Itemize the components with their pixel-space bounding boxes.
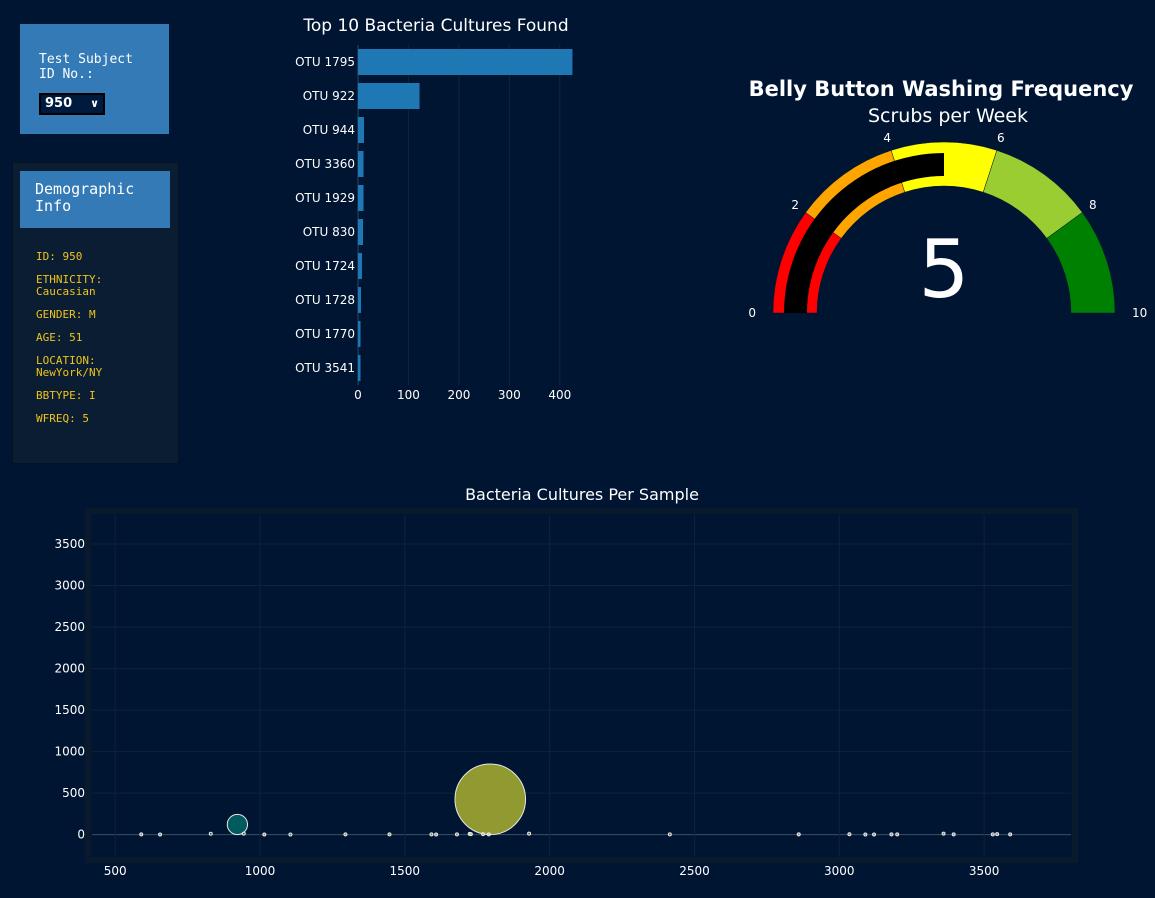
gauge-tick-label: 2 xyxy=(791,198,799,212)
bar-otu-1929 xyxy=(358,185,364,211)
gauge-tick-label: 6 xyxy=(997,131,1005,145)
bubble-point xyxy=(208,831,213,836)
gauge-title: Belly Button Washing Frequency xyxy=(749,77,1134,101)
gauge-tick-label: 0 xyxy=(748,306,756,320)
bar-otu-1728 xyxy=(358,287,362,313)
bubble-point xyxy=(527,831,532,836)
bubble-y-tick-label: 1000 xyxy=(54,745,85,759)
bar-category-label: OTU 1770 xyxy=(295,327,355,341)
bubble-point xyxy=(990,832,995,837)
bubble-point xyxy=(139,832,144,837)
gauge-tick-label: 4 xyxy=(883,131,891,145)
bubble-point xyxy=(454,763,527,836)
bubble-point xyxy=(863,832,868,837)
bubble-x-tick-label: 1500 xyxy=(390,864,421,878)
bar-category-label: OTU 1728 xyxy=(295,293,355,307)
bar-otu-1724 xyxy=(358,253,363,279)
bar-category-label: OTU 1929 xyxy=(295,191,355,205)
bubble-point xyxy=(667,832,672,837)
bubble-point xyxy=(1008,832,1013,837)
bubble-point xyxy=(226,813,249,836)
bubble-point xyxy=(847,832,852,837)
bar-x-tick-label: 400 xyxy=(548,388,571,402)
bubble-y-tick-label: 0 xyxy=(77,828,85,842)
bubble-point xyxy=(872,832,877,837)
bubble-point xyxy=(288,832,293,837)
bar-category-label: OTU 1795 xyxy=(295,55,355,69)
bar-category-label: OTU 830 xyxy=(303,225,355,239)
bar-x-tick-label: 300 xyxy=(498,388,521,402)
bubble-point xyxy=(429,832,434,837)
bubble-x-tick-label: 500 xyxy=(104,864,127,878)
bubble-point xyxy=(158,832,163,837)
bar-otu-830 xyxy=(358,219,364,245)
bar-otu-922 xyxy=(358,83,420,109)
bubble-point xyxy=(951,832,956,837)
bubble-point xyxy=(454,832,459,837)
bubble-point xyxy=(486,832,491,837)
bar-otu-944 xyxy=(358,117,365,143)
bubble-point xyxy=(895,832,900,837)
bubble-y-tick-label: 2500 xyxy=(54,620,85,634)
bubble-point xyxy=(434,832,439,837)
bar-otu-1795 xyxy=(358,49,573,75)
bubble-y-tick-label: 2000 xyxy=(54,662,85,676)
charts-canvas: Top 10 Bacteria Cultures Found0 100 200 300… xyxy=(54,16,1147,878)
bar-chart-title: Top 10 Bacteria Cultures Found xyxy=(302,16,568,36)
bar-x-tick-label: 100 xyxy=(397,388,420,402)
bar-category-label: OTU 3541 xyxy=(295,361,355,375)
bar-otu-3541 xyxy=(358,355,361,381)
bubble-point xyxy=(262,832,267,837)
bubble-point xyxy=(796,832,801,837)
bubble-y-tick-label: 3000 xyxy=(54,579,85,593)
gauge-tick-label: 10 xyxy=(1132,306,1147,320)
gauge-tick-label: 8 xyxy=(1089,198,1097,212)
gauge-subtitle: Scrubs per Week xyxy=(868,105,1028,127)
bar-x-tick-label: 200 xyxy=(447,388,470,402)
bar-category-label: OTU 944 xyxy=(303,123,355,137)
bubble-point xyxy=(481,832,486,837)
bubble-point xyxy=(468,832,473,837)
bubble-point xyxy=(941,831,946,836)
bubble-point xyxy=(995,832,1000,837)
bubble-point xyxy=(343,832,348,837)
gauge-value-number: 5 xyxy=(919,223,970,316)
bubble-y-tick-label: 3500 xyxy=(54,537,85,551)
bubble-y-tick-label: 1500 xyxy=(54,703,85,717)
bar-x-tick-label: 0 xyxy=(354,388,362,402)
bubble-x-tick-label: 2000 xyxy=(534,864,565,878)
bar-category-label: OTU 922 xyxy=(303,89,355,103)
bar-otu-3360 xyxy=(358,151,364,177)
bubble-plot-area xyxy=(85,508,1078,863)
bubble-point xyxy=(241,831,246,836)
bar-category-label: OTU 1724 xyxy=(295,259,355,273)
bubble-point xyxy=(889,832,894,837)
bubble-point xyxy=(387,832,392,837)
bar-category-label: OTU 3360 xyxy=(295,157,355,171)
bubble-y-tick-label: 500 xyxy=(62,786,85,800)
bubble-x-tick-label: 2500 xyxy=(679,864,710,878)
bubble-x-tick-label: 3000 xyxy=(824,864,855,878)
bubble-x-tick-label: 1000 xyxy=(245,864,276,878)
bubble-chart-title: Bacteria Cultures Per Sample xyxy=(465,485,699,504)
bar-otu-1770 xyxy=(358,321,361,347)
bubble-x-tick-label: 3500 xyxy=(969,864,1000,878)
